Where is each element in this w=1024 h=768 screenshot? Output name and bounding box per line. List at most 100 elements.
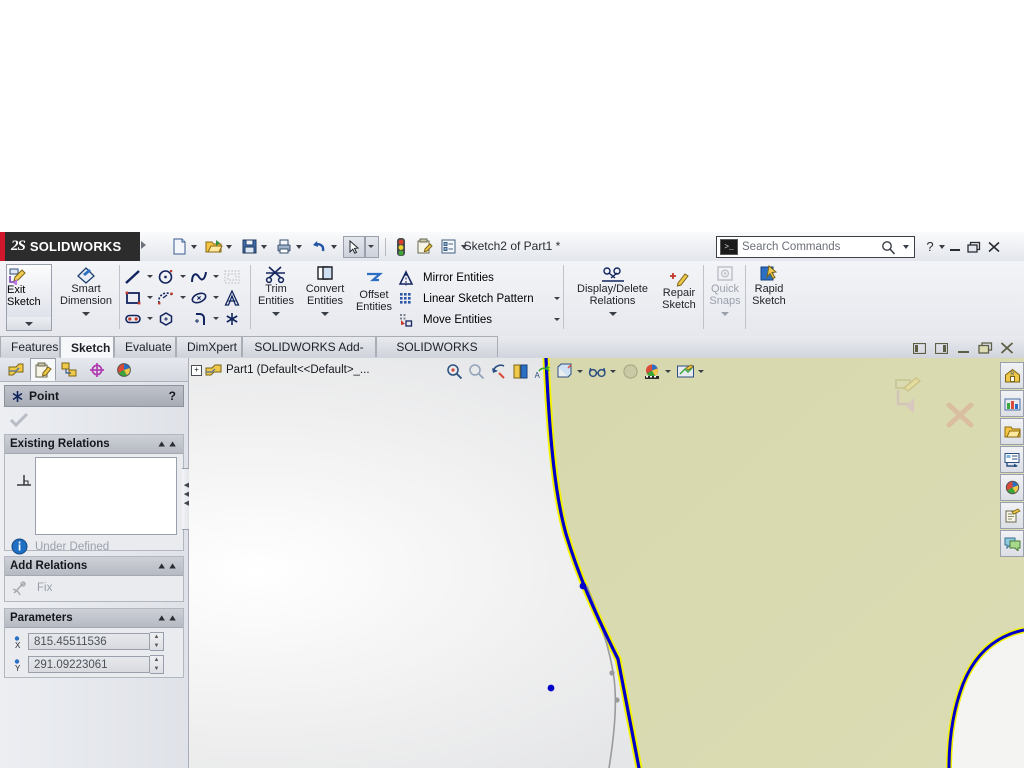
fix-relation-button[interactable]: Fix <box>5 576 183 600</box>
restore-icon[interactable] <box>976 340 994 356</box>
tab-sketch[interactable]: Sketch <box>60 336 114 358</box>
rectangle-dropdown-icon[interactable] <box>147 296 153 299</box>
linear-sketch-pattern-item[interactable]: Linear Sketch Pattern <box>398 288 560 309</box>
hide-show-glasses-icon[interactable] <box>587 360 608 382</box>
dimxpert-manager-tab[interactable] <box>84 358 110 381</box>
arc-icon[interactable] <box>157 290 179 306</box>
task-pane-view-palette[interactable] <box>1000 446 1024 473</box>
point-asterisk-icon[interactable] <box>223 311 245 327</box>
slot-icon[interactable] <box>124 311 146 327</box>
save-document-dropdown-icon[interactable] <box>261 244 267 249</box>
arc-dropdown-icon[interactable] <box>180 296 186 299</box>
display-modes-icon[interactable] <box>675 360 696 382</box>
quick-access-rebuild-status[interactable] <box>390 236 412 258</box>
zoom-area-icon[interactable] <box>466 360 487 382</box>
quick-snaps-dropdown-icon[interactable] <box>721 312 729 316</box>
task-pane-custom-properties[interactable] <box>1000 502 1024 529</box>
appearance-sphere-icon[interactable] <box>642 360 663 382</box>
undo-dropdown-icon[interactable] <box>331 244 337 249</box>
list-options-dropdown-icon[interactable] <box>461 244 467 249</box>
grid-icon[interactable] <box>223 269 245 285</box>
trim-entities-button[interactable]: Trim Entities <box>254 265 298 316</box>
offset-entities-button[interactable]: Offset Entities <box>352 271 396 313</box>
cancel-sketch-corner[interactable] <box>944 400 976 430</box>
task-pane-solidworks-forum[interactable] <box>1000 530 1024 557</box>
stepper-down-icon[interactable]: ▼ <box>150 665 163 674</box>
existing-relations-title-bar[interactable]: Existing Relations ▲▲ <box>5 435 183 454</box>
rapid-sketch-button[interactable]: Rapid Sketch <box>748 265 790 307</box>
quick-access-list-options[interactable] <box>438 236 471 258</box>
appearance-dropdown-icon[interactable] <box>665 369 671 373</box>
existing-relations-list[interactable] <box>35 457 177 535</box>
quick-access-select[interactable] <box>343 235 379 258</box>
task-pane-file-explorer[interactable] <box>1000 418 1024 445</box>
minimize-icon[interactable] <box>954 340 972 356</box>
configuration-manager-tab[interactable] <box>57 358 83 381</box>
repair-sketch-button[interactable]: Repair Sketch <box>658 271 700 311</box>
tab-dimxpert[interactable]: DimXpert <box>176 336 242 357</box>
circle-icon[interactable] <box>157 269 179 285</box>
tab-features[interactable]: Features <box>0 336 60 357</box>
open-document-dropdown-icon[interactable] <box>226 244 232 249</box>
select-dropdown-icon[interactable] <box>365 235 379 258</box>
y-coordinate-stepper[interactable]: ▲ ▼ <box>150 655 164 674</box>
scene-sphere-icon[interactable] <box>620 360 641 382</box>
task-pane-appearances[interactable] <box>1000 474 1024 501</box>
rectangle-icon[interactable] <box>124 290 146 306</box>
quick-access-open[interactable] <box>203 236 236 258</box>
display-style-icon[interactable] <box>554 360 575 382</box>
chevron-up-icon[interactable]: ▲▲ <box>156 439 178 449</box>
property-manager-tab[interactable] <box>30 358 56 381</box>
print-document-dropdown-icon[interactable] <box>296 244 302 249</box>
line-icon[interactable] <box>124 269 146 285</box>
ellipse-dropdown-icon[interactable] <box>213 296 219 299</box>
convert-entities-button[interactable]: Convert Entities <box>300 265 350 316</box>
tab-addins[interactable]: SOLIDWORKS Add-Ins <box>242 336 376 375</box>
display-style-dropdown-icon[interactable] <box>577 369 583 373</box>
convert-entities-dropdown-icon[interactable] <box>321 312 329 316</box>
zoom-fit-icon[interactable] <box>444 360 465 382</box>
y-coordinate-field[interactable]: 291.09223061 <box>28 656 150 673</box>
slot-dropdown-icon[interactable] <box>147 317 153 320</box>
circle-dropdown-icon[interactable] <box>180 275 186 278</box>
quick-access-save[interactable] <box>238 236 271 258</box>
section-view-icon[interactable] <box>510 360 531 382</box>
quick-snaps-button[interactable]: Quick Snaps <box>706 265 744 316</box>
solidworks-logo[interactable]: 2S SOLIDWORKS <box>0 232 140 261</box>
search-commands-box[interactable]: >_ Search Commands <box>716 236 915 258</box>
add-relations-title-bar[interactable]: Add Relations ▲▲ <box>5 557 183 576</box>
smart-dimension-dropdown-icon[interactable] <box>82 312 90 316</box>
previous-view-icon[interactable] <box>488 360 509 382</box>
exit-sketch-button[interactable]: Exit Sketch <box>6 264 52 318</box>
polygon-icon[interactable] <box>157 311 179 327</box>
checkmark-icon[interactable] <box>9 411 29 429</box>
help-dropdown-icon[interactable] <box>939 244 945 249</box>
minimize-icon[interactable] <box>949 242 967 252</box>
search-icon[interactable] <box>881 240 896 255</box>
close-icon[interactable] <box>987 241 1007 253</box>
spline-dropdown-icon[interactable] <box>213 275 219 278</box>
feature-tree-root[interactable]: + Part1 (Default<<Default>_... <box>191 363 370 377</box>
new-document-dropdown-icon[interactable] <box>191 244 197 249</box>
restore-icon[interactable] <box>967 241 987 253</box>
property-manager-help-button[interactable]: ? <box>169 389 176 403</box>
expand-tree-icon[interactable]: + <box>191 364 202 376</box>
stepper-up-icon[interactable]: ▲ <box>150 656 163 665</box>
display-delete-relations-dropdown-icon[interactable] <box>608 312 617 316</box>
trim-entities-dropdown-icon[interactable] <box>272 312 280 316</box>
parameters-title-bar[interactable]: Parameters ▲▲ <box>5 609 183 628</box>
tab-mbd[interactable]: SOLIDWORKS MBD <box>376 336 498 375</box>
tab-evaluate[interactable]: Evaluate <box>114 336 176 357</box>
chevron-up-icon[interactable]: ▲▲ <box>156 561 178 571</box>
display-delete-relations-button[interactable]: Display/Delete Relations <box>568 265 657 316</box>
quick-access-undo[interactable] <box>308 236 341 258</box>
mirror-entities-item[interactable]: Mirror Entities <box>398 267 534 288</box>
smart-dimension-button[interactable]: Smart Dimension <box>56 265 116 316</box>
linear-sketch-pattern-dropdown-icon[interactable] <box>554 297 560 300</box>
stepper-down-icon[interactable]: ▼ <box>150 642 163 651</box>
move-entities-dropdown-icon[interactable] <box>554 318 560 321</box>
quick-access-print[interactable] <box>273 236 306 258</box>
fillet-dropdown-icon[interactable] <box>213 317 219 320</box>
text-a-icon[interactable] <box>223 289 245 306</box>
hide-show-dropdown-icon[interactable] <box>610 369 616 373</box>
